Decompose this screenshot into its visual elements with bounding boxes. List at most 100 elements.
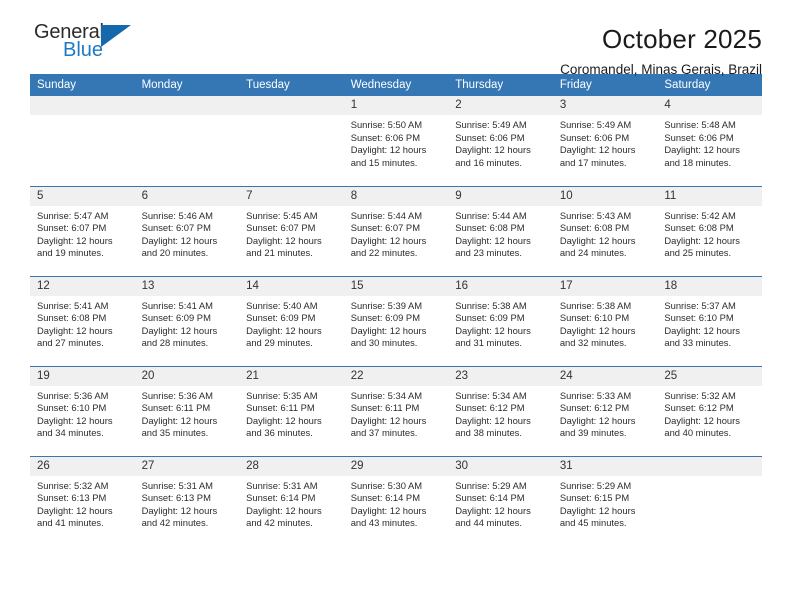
sunset-time: Sunset: 6:13 PM xyxy=(37,492,107,504)
daylight-duration-line2: and 25 minutes. xyxy=(664,247,732,259)
daylight-duration-line2: and 33 minutes. xyxy=(664,337,732,349)
calendar-day-cell[interactable]: 3 Sunrise: 5:49 AM Sunset: 6:06 PM Daylight… xyxy=(552,96,658,186)
daylight-duration-line1: Daylight: 12 hours xyxy=(141,234,218,246)
calendar-day-cell[interactable]: 7 Sunrise: 5:45 AM Sunset: 6:07 PM Daylight… xyxy=(239,185,344,276)
sunset-time: Sunset: 6:08 PM xyxy=(455,222,525,234)
day-details: Sunrise: 5:31 AM Sunset: 6:14 PM Daylight:… xyxy=(239,476,344,530)
day-details: Sunrise: 5:41 AM Sunset: 6:08 PM Daylight:… xyxy=(30,296,135,350)
sunset-time: Sunset: 6:08 PM xyxy=(664,222,734,234)
sunset-time: Sunset: 6:09 PM xyxy=(141,312,211,324)
calendar-day-cell[interactable]: 17 Sunrise: 5:38 AM Sunset: 6:10 PM Dayligh… xyxy=(552,275,658,366)
general-blue-logo[interactable]: General Blue xyxy=(30,22,140,70)
calendar-day-cell[interactable]: 10 Sunrise: 5:43 AM Sunset: 6:08 PM Dayligh… xyxy=(552,185,658,276)
calendar-day-cell[interactable]: 21 Sunrise: 5:35 AM Sunset: 6:11 PM Dayligh… xyxy=(239,365,344,456)
calendar-day-cell[interactable]: 5 Sunrise: 5:47 AM Sunset: 6:07 PM Daylight… xyxy=(30,185,135,276)
calendar-day-cell-empty xyxy=(239,96,344,186)
day-details: Sunrise: 5:44 AM Sunset: 6:07 PM Daylight:… xyxy=(344,206,449,260)
sunset-time: Sunset: 6:11 PM xyxy=(350,402,420,414)
calendar-week-row: 26 Sunrise: 5:32 AM Sunset: 6:13 PM Dayligh… xyxy=(30,455,762,546)
day-details: Sunrise: 5:44 AM Sunset: 6:08 PM Daylight:… xyxy=(448,206,553,260)
calendar-day-cell[interactable]: 24 Sunrise: 5:33 AM Sunset: 6:12 PM Dayligh… xyxy=(552,365,658,456)
daylight-duration-line2: and 15 minutes. xyxy=(350,156,418,168)
day-details: Sunrise: 5:43 AM Sunset: 6:08 PM Daylight:… xyxy=(553,206,658,260)
calendar-day-cell[interactable]: 2 Sunrise: 5:49 AM Sunset: 6:06 PM Daylight… xyxy=(448,96,553,186)
page-header: General Blue October 2025 Coromandel, Mi… xyxy=(30,0,762,77)
sunrise-time: Sunrise: 5:46 AM xyxy=(141,209,213,221)
sunset-time: Sunset: 6:06 PM xyxy=(664,131,734,143)
calendar-day-cell[interactable]: 28 Sunrise: 5:31 AM Sunset: 6:14 PM Dayligh… xyxy=(239,455,344,546)
page-title: October 2025 xyxy=(602,24,762,54)
sunrise-time: Sunrise: 5:45 AM xyxy=(246,209,318,221)
calendar-day-cell[interactable]: 13 Sunrise: 5:41 AM Sunset: 6:09 PM Dayligh… xyxy=(134,275,240,366)
day-number-strip xyxy=(30,96,135,115)
day-details: Sunrise: 5:49 AM Sunset: 6:06 PM Daylight:… xyxy=(553,115,658,169)
calendar-day-cell[interactable]: 26 Sunrise: 5:32 AM Sunset: 6:13 PM Dayligh… xyxy=(30,455,135,546)
calendar-day-cell[interactable]: 12 Sunrise: 5:41 AM Sunset: 6:08 PM Dayligh… xyxy=(30,275,135,366)
sunrise-time: Sunrise: 5:38 AM xyxy=(559,299,632,311)
calendar-day-cell[interactable]: 18 Sunrise: 5:37 AM Sunset: 6:10 PM Dayligh… xyxy=(657,275,762,366)
daylight-duration-line1: Daylight: 12 hours xyxy=(246,414,322,426)
sunrise-time: Sunrise: 5:31 AM xyxy=(141,479,213,491)
sunset-time: Sunset: 6:12 PM xyxy=(664,402,734,414)
calendar-day-cell[interactable]: 19 Sunrise: 5:36 AM Sunset: 6:10 PM Dayligh… xyxy=(30,365,135,456)
sunrise-time: Sunrise: 5:48 AM xyxy=(664,119,736,130)
calendar-day-cell[interactable]: 11 Sunrise: 5:42 AM Sunset: 6:08 PM Dayligh… xyxy=(657,185,762,276)
sunset-time: Sunset: 6:08 PM xyxy=(37,312,107,324)
daylight-duration-line2: and 29 minutes. xyxy=(246,337,313,349)
day-details: Sunrise: 5:31 AM Sunset: 6:13 PM Daylight:… xyxy=(135,476,240,530)
day-details: Sunrise: 5:34 AM Sunset: 6:12 PM Daylight:… xyxy=(448,386,553,440)
sunset-time: Sunset: 6:11 PM xyxy=(141,402,211,414)
calendar-day-cell[interactable]: 6 Sunrise: 5:46 AM Sunset: 6:07 PM Daylight… xyxy=(134,185,240,276)
calendar-day-cell[interactable]: 4 Sunrise: 5:48 AM Sunset: 6:06 PM Daylight… xyxy=(657,96,762,186)
calendar-day-cell[interactable]: 14 Sunrise: 5:40 AM Sunset: 6:09 PM Dayligh… xyxy=(239,275,344,366)
daylight-duration-line1: Daylight: 12 hours xyxy=(455,504,531,516)
calendar-day-cell[interactable]: 8 Sunrise: 5:44 AM Sunset: 6:07 PM Daylight… xyxy=(343,185,449,276)
daylight-duration-line1: Daylight: 12 hours xyxy=(455,414,531,426)
calendar-day-cell[interactable]: 27 Sunrise: 5:31 AM Sunset: 6:13 PM Dayligh… xyxy=(134,455,240,546)
calendar-day-cell[interactable]: 31 Sunrise: 5:29 AM Sunset: 6:15 PM Dayligh… xyxy=(552,455,658,546)
daylight-duration-line2: and 39 minutes. xyxy=(559,427,627,439)
weekday-header-monday: Monday xyxy=(134,74,240,96)
title-block: October 2025 Coromandel, Minas Gerais, B… xyxy=(560,22,762,79)
day-number: 7 xyxy=(239,186,344,206)
calendar-day-cell[interactable]: 29 Sunrise: 5:30 AM Sunset: 6:14 PM Dayligh… xyxy=(343,455,449,546)
calendar-day-cell[interactable]: 23 Sunrise: 5:34 AM Sunset: 6:12 PM Dayligh… xyxy=(448,365,553,456)
daylight-duration-line2: and 20 minutes. xyxy=(141,247,209,259)
calendar-day-cell[interactable]: 1 Sunrise: 5:50 AM Sunset: 6:06 PM Daylight… xyxy=(343,96,449,186)
daylight-duration-line2: and 43 minutes. xyxy=(350,517,418,529)
day-number: 20 xyxy=(134,366,240,386)
weekday-header-tuesday: Tuesday xyxy=(239,74,344,96)
calendar-day-cell-empty xyxy=(134,96,240,186)
daylight-duration-line1: Daylight: 12 hours xyxy=(37,504,113,516)
calendar-day-cell[interactable]: 9 Sunrise: 5:44 AM Sunset: 6:08 PM Daylight… xyxy=(448,185,553,276)
sunset-time: Sunset: 6:09 PM xyxy=(455,312,525,324)
day-details: Sunrise: 5:36 AM Sunset: 6:11 PM Daylight:… xyxy=(135,386,240,440)
calendar-day-cell[interactable]: 30 Sunrise: 5:29 AM Sunset: 6:14 PM Dayligh… xyxy=(448,455,553,546)
calendar-day-cell[interactable]: 20 Sunrise: 5:36 AM Sunset: 6:11 PM Dayligh… xyxy=(134,365,240,456)
calendar-day-cell[interactable]: 15 Sunrise: 5:39 AM Sunset: 6:09 PM Dayligh… xyxy=(343,275,449,366)
day-details: Sunrise: 5:29 AM Sunset: 6:15 PM Daylight:… xyxy=(553,476,658,530)
weekday-header-wednesday: Wednesday xyxy=(343,74,449,96)
sunset-time: Sunset: 6:08 PM xyxy=(559,222,630,234)
daylight-duration-line1: Daylight: 12 hours xyxy=(37,414,113,426)
daylight-duration-line2: and 27 minutes. xyxy=(37,337,104,349)
sunset-time: Sunset: 6:07 PM xyxy=(37,222,107,234)
sunset-time: Sunset: 6:06 PM xyxy=(559,131,630,143)
day-number: 5 xyxy=(30,186,135,206)
sunrise-time: Sunrise: 5:35 AM xyxy=(246,389,318,401)
calendar-week-row: 1 Sunrise: 5:50 AM Sunset: 6:06 PM Daylight… xyxy=(30,96,762,186)
sunrise-time: Sunrise: 5:34 AM xyxy=(455,389,527,401)
calendar-day-cell[interactable]: 25 Sunrise: 5:32 AM Sunset: 6:12 PM Dayligh… xyxy=(657,365,762,456)
calendar-page: General Blue October 2025 Coromandel, Mi… xyxy=(0,0,792,612)
daylight-duration-line2: and 22 minutes. xyxy=(350,247,418,259)
calendar-day-cell[interactable]: 16 Sunrise: 5:38 AM Sunset: 6:09 PM Dayligh… xyxy=(448,275,553,366)
daylight-duration-line2: and 36 minutes. xyxy=(246,427,313,439)
day-number: 16 xyxy=(448,276,553,296)
day-number: 11 xyxy=(657,186,762,206)
daylight-duration-line2: and 44 minutes. xyxy=(455,517,522,529)
sunrise-time: Sunrise: 5:42 AM xyxy=(664,209,736,221)
daylight-duration-line2: and 37 minutes. xyxy=(350,427,418,439)
calendar-day-cell[interactable]: 22 Sunrise: 5:34 AM Sunset: 6:11 PM Dayligh… xyxy=(343,365,449,456)
daylight-duration-line1: Daylight: 12 hours xyxy=(350,234,427,246)
daylight-duration-line1: Daylight: 12 hours xyxy=(664,414,740,426)
